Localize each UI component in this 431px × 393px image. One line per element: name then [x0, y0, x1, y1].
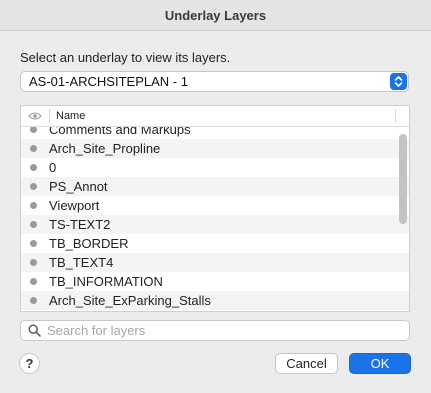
layer-name: PS_Annot	[49, 179, 108, 194]
layer-name: Arch_Site_Propline	[49, 141, 161, 156]
table-row[interactable]: TS-TEXT2	[21, 215, 409, 234]
table-row[interactable]: PS_Annot	[21, 177, 409, 196]
table-row[interactable]: TB_BORDER	[21, 234, 409, 253]
layers-table[interactable]: Name Comments and Markups Arch_Site_Prop…	[20, 105, 410, 312]
header-divider	[395, 109, 396, 123]
table-row[interactable]: Viewport	[21, 196, 409, 215]
table-row[interactable]: Arch_Site_ExParking_Stalls	[21, 291, 409, 310]
visibility-dot-icon[interactable]	[30, 259, 37, 266]
name-column-header[interactable]: Name	[50, 110, 395, 122]
layers-scrollbar[interactable]	[399, 134, 407, 224]
visibility-eye-icon[interactable]	[21, 111, 49, 121]
visibility-dot-icon[interactable]	[30, 240, 37, 247]
layer-name: Arch_Site_ExParking_Stalls	[49, 293, 211, 308]
visibility-dot-icon[interactable]	[30, 221, 37, 228]
table-row[interactable]: Arch_Site_Propline	[21, 139, 409, 158]
select-stepper-icon[interactable]	[390, 73, 407, 90]
window-title: Underlay Layers	[164, 7, 267, 23]
layers-table-rows: Comments and Markups Arch_Site_Propline …	[21, 120, 409, 310]
cancel-button[interactable]: Cancel	[275, 353, 338, 374]
visibility-dot-icon[interactable]	[30, 145, 37, 152]
layers-table-header: Name	[21, 106, 409, 127]
layer-name: TB_BORDER	[49, 236, 129, 251]
visibility-dot-icon[interactable]	[30, 164, 37, 171]
search-input[interactable]	[47, 323, 387, 338]
visibility-dot-icon[interactable]	[30, 183, 37, 190]
table-row[interactable]: TB_INFORMATION	[21, 272, 409, 291]
table-row[interactable]: 0	[21, 158, 409, 177]
layer-search-field[interactable]	[20, 320, 410, 341]
help-button[interactable]: ?	[19, 353, 40, 374]
visibility-dot-icon[interactable]	[30, 297, 37, 304]
table-row[interactable]: TB_TEXT4	[21, 253, 409, 272]
layer-name: TS-TEXT2	[49, 217, 111, 232]
visibility-dot-icon[interactable]	[30, 202, 37, 209]
underlay-select-value: AS-01-ARCHSITEPLAN - 1	[29, 74, 188, 89]
search-icon	[28, 324, 41, 337]
window-titlebar: Underlay Layers	[0, 0, 431, 31]
visibility-dot-icon[interactable]	[30, 126, 37, 133]
underlay-select[interactable]: AS-01-ARCHSITEPLAN - 1	[20, 71, 409, 92]
ok-button[interactable]: OK	[349, 353, 411, 374]
instruction-text: Select an underlay to view its layers.	[20, 50, 231, 65]
layer-name: Viewport	[49, 198, 100, 213]
layer-name: TB_TEXT4	[49, 255, 114, 270]
layer-name: 0	[49, 160, 57, 175]
layer-name: TB_INFORMATION	[49, 274, 163, 289]
visibility-dot-icon[interactable]	[30, 278, 37, 285]
